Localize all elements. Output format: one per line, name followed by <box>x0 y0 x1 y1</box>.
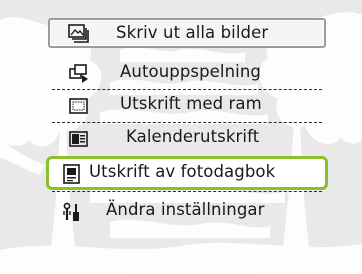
menu-item-autoplay[interactable]: Autouppspelning <box>48 58 326 90</box>
frame-print-icon <box>68 96 90 116</box>
settings-icon <box>62 202 84 222</box>
calendar-print-icon <box>68 129 90 149</box>
menu-item-label: Kalenderutskrift <box>126 127 260 146</box>
menu-item-change-settings[interactable]: Ändra inställningar <box>48 196 326 228</box>
menu-screen: Skriv ut alla bilder Autouppspelning Uts… <box>0 0 362 274</box>
menu-item-photo-diary[interactable]: Utskrift av fotodagbok <box>46 156 328 190</box>
menu-item-label: Skriv ut alla bilder <box>116 23 269 42</box>
menu-item-label: Utskrift av fotodagbok <box>89 162 276 181</box>
menu-item-label: Autouppspelning <box>120 62 261 81</box>
autoplay-icon <box>68 64 90 84</box>
menu-item-print-all[interactable]: Skriv ut alla bilder <box>48 18 326 48</box>
menu-item-frame-print[interactable]: Utskrift med ram <box>48 90 326 122</box>
menu-item-label: Ändra inställningar <box>106 200 265 219</box>
menu-separator <box>52 191 322 192</box>
photo-diary-icon <box>61 164 83 184</box>
menu-item-calendar-print[interactable]: Kalenderutskrift <box>48 123 326 155</box>
menu-item-label: Utskrift med ram <box>120 94 262 113</box>
print-all-icon <box>68 24 90 44</box>
